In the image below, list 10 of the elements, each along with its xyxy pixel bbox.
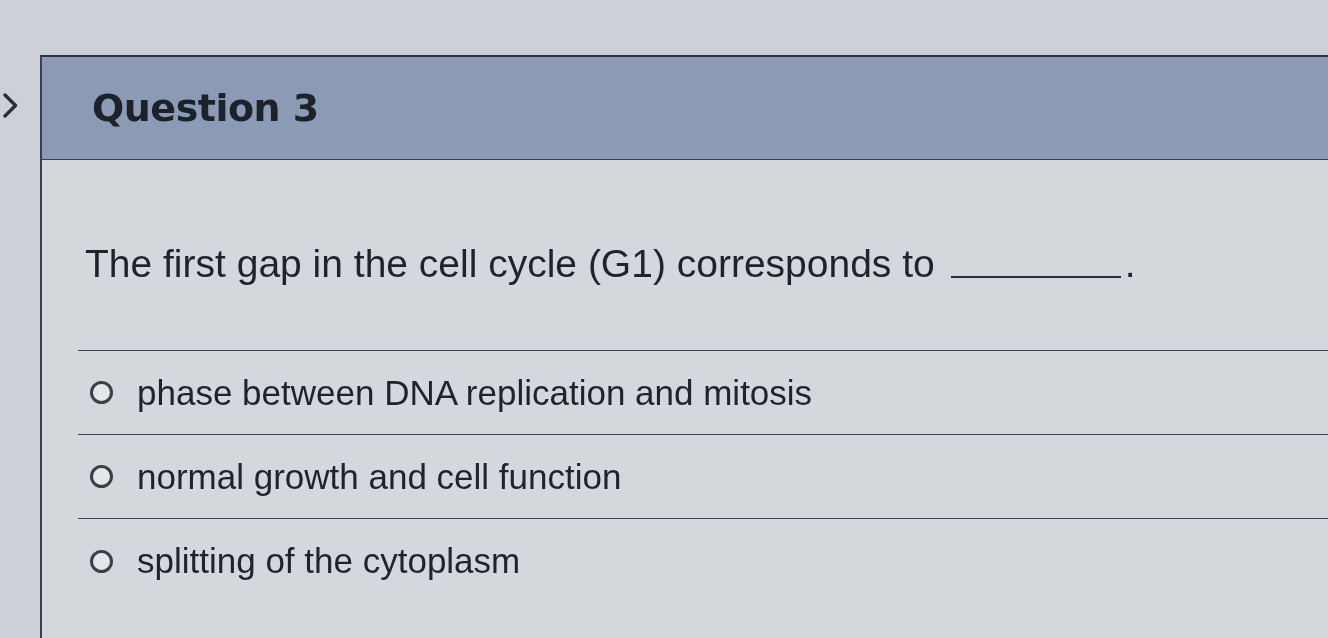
option-text: splitting of the cytoplasm bbox=[137, 541, 521, 581]
question-title: Question 3 bbox=[92, 86, 319, 130]
period-text: . bbox=[1124, 241, 1136, 287]
option-text: normal growth and cell function bbox=[137, 456, 622, 497]
radio-button[interactable] bbox=[90, 381, 113, 404]
radio-button[interactable] bbox=[90, 465, 113, 488]
question-text: The first gap in the cell cycle (G1) corresponds to bbox=[85, 241, 935, 287]
radio-button[interactable] bbox=[90, 549, 113, 573]
option-text: phase between DNA replication and mitosis bbox=[137, 372, 813, 413]
chevron-right-icon[interactable] bbox=[3, 93, 18, 118]
